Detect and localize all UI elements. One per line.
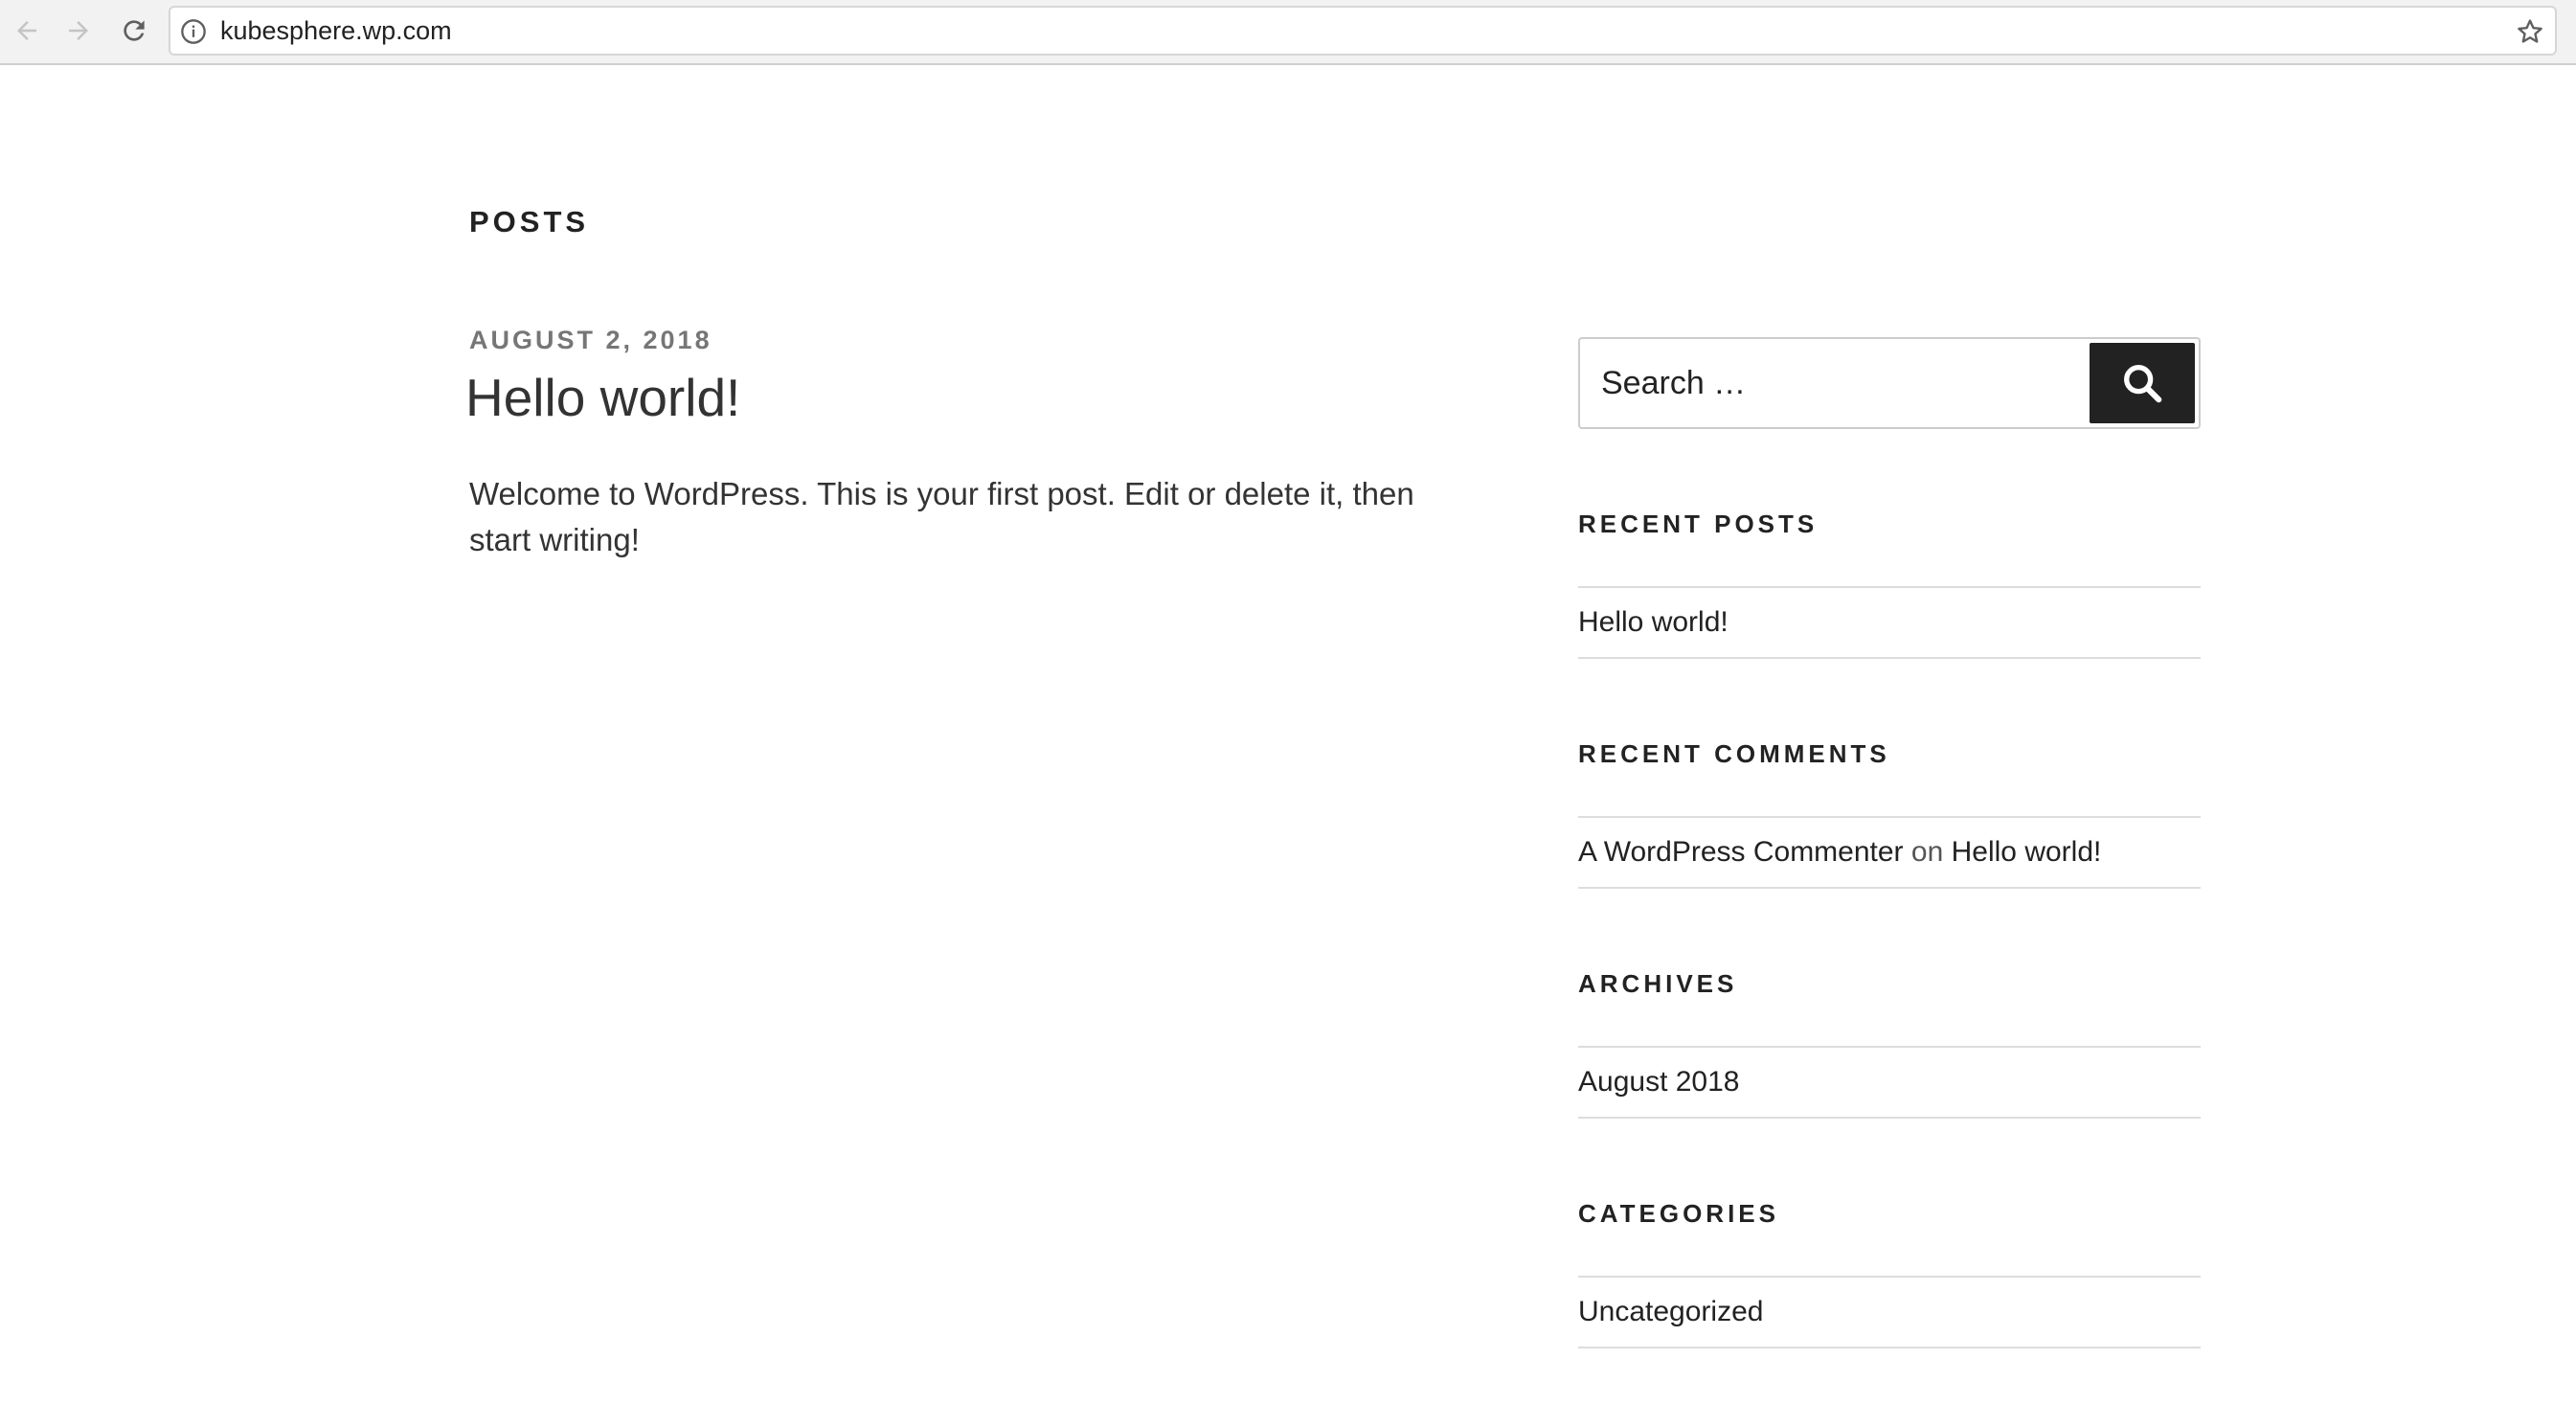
browser-toolbar: kubesphere.wp.com	[0, 0, 2576, 65]
forward-button[interactable]	[59, 11, 98, 50]
page-title: POSTS	[469, 205, 590, 238]
category-link[interactable]: Uncategorized	[1578, 1296, 1763, 1327]
address-bar[interactable]: kubesphere.wp.com	[169, 6, 2557, 56]
search-button[interactable]	[2090, 343, 2195, 423]
info-icon[interactable]	[180, 18, 207, 45]
back-button[interactable]	[8, 11, 46, 50]
arrow-right-icon	[69, 21, 88, 40]
list-item: Uncategorized	[1578, 1278, 2201, 1347]
recent-post-link[interactable]: Hello world!	[1578, 606, 1729, 638]
categories-list: Uncategorized	[1578, 1276, 2201, 1348]
star-icon[interactable]	[2515, 16, 2545, 47]
post-date-link[interactable]: AUGUST 2, 2018	[469, 326, 712, 355]
list-item: August 2018	[1578, 1048, 2201, 1117]
archive-link[interactable]: August 2018	[1578, 1066, 1739, 1098]
recent-posts-heading: RECENT POSTS	[1578, 510, 1819, 538]
comment-author-link[interactable]: A WordPress Commenter	[1578, 836, 1904, 868]
reload-icon	[124, 20, 145, 41]
search-input[interactable]	[1580, 339, 2088, 427]
search-form	[1578, 337, 2201, 429]
post-excerpt: Welcome to WordPress. This is your first…	[469, 476, 1414, 557]
archives-list: August 2018	[1578, 1046, 2201, 1119]
recent-comments-list: A WordPress Commenter on Hello world!	[1578, 816, 2201, 889]
recent-posts-list: Hello world!	[1578, 586, 2201, 659]
recent-comments-heading: RECENT COMMENTS	[1578, 739, 1890, 768]
comment-post-link[interactable]: Hello world!	[1952, 836, 2102, 868]
reload-button[interactable]	[115, 11, 153, 50]
comment-connector-text: on	[1910, 836, 1944, 868]
search-icon	[2124, 365, 2162, 403]
categories-heading: CATEGORIES	[1578, 1199, 1779, 1228]
arrow-left-icon	[17, 21, 36, 40]
archives-heading: ARCHIVES	[1578, 969, 1738, 998]
url-text[interactable]: kubesphere.wp.com	[220, 8, 452, 54]
list-item: A WordPress Commenter on Hello world!	[1578, 818, 2201, 887]
list-item: Hello world!	[1578, 588, 2201, 657]
post-title-link[interactable]: Hello world!	[465, 364, 740, 431]
